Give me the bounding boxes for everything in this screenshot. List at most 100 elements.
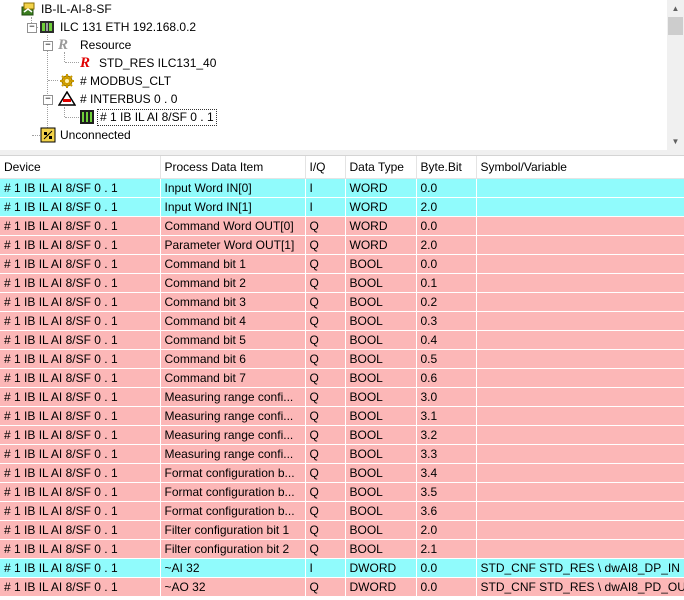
tree-node-modbus[interactable]: # MODBUS_CLT [0, 72, 300, 90]
column-header-iq[interactable]: I/Q [305, 156, 346, 179]
cell-symbol-variable[interactable] [476, 273, 684, 293]
cell-process-data-item[interactable]: Measuring range confi... [160, 387, 306, 407]
cell-iq[interactable]: Q [305, 273, 346, 293]
cell-byte-bit[interactable]: 3.1 [416, 406, 477, 426]
collapse-icon[interactable]: − [43, 41, 53, 51]
cell-symbol-variable[interactable] [476, 368, 684, 388]
cell-iq[interactable]: Q [305, 577, 346, 597]
cell-data-type[interactable]: BOOL [345, 330, 417, 350]
tree-vertical-scrollbar[interactable]: ▲ ▼ [667, 0, 684, 150]
cell-data-type[interactable]: BOOL [345, 539, 417, 559]
table-row[interactable]: # 1 IB IL AI 8/SF 0 . 1 Format configurat… [0, 501, 684, 521]
column-header-symbol-variable[interactable]: Symbol/Variable [476, 156, 684, 179]
cell-symbol-variable[interactable] [476, 197, 684, 217]
collapse-icon[interactable]: − [27, 23, 37, 33]
cell-symbol-variable[interactable] [476, 254, 684, 274]
cell-iq[interactable]: Q [305, 349, 346, 369]
cell-byte-bit[interactable]: 0.0 [416, 178, 477, 198]
cell-device[interactable]: # 1 IB IL AI 8/SF 0 . 1 [0, 178, 161, 198]
cell-symbol-variable[interactable] [476, 235, 684, 255]
cell-symbol-variable[interactable] [476, 463, 684, 483]
cell-data-type[interactable]: DWORD [345, 558, 417, 578]
cell-symbol-variable[interactable] [476, 406, 684, 426]
cell-byte-bit[interactable]: 0.0 [416, 558, 477, 578]
table-row[interactable]: # 1 IB IL AI 8/SF 0 . 1 Measuring range c… [0, 387, 684, 407]
table-row[interactable]: # 1 IB IL AI 8/SF 0 . 1 ~AO 32 Q DWORD 0.0 ST… [0, 577, 684, 597]
cell-byte-bit[interactable]: 2.0 [416, 235, 477, 255]
cell-byte-bit[interactable]: 3.4 [416, 463, 477, 483]
cell-device[interactable]: # 1 IB IL AI 8/SF 0 . 1 [0, 406, 161, 426]
tree-node-std-res[interactable]: R STD_RES ILC131_40 [0, 54, 300, 72]
cell-symbol-variable[interactable] [476, 482, 684, 502]
cell-device[interactable]: # 1 IB IL AI 8/SF 0 . 1 [0, 539, 161, 559]
cell-process-data-item[interactable]: Command Word OUT[0] [160, 216, 306, 236]
cell-process-data-item[interactable]: Command bit 3 [160, 292, 306, 312]
cell-data-type[interactable]: BOOL [345, 425, 417, 445]
tree-node-ilc[interactable]: − ILC 131 ETH 192.168.0.2 [0, 18, 300, 36]
cell-process-data-item[interactable]: Measuring range confi... [160, 406, 306, 426]
tree-node-device[interactable]: # 1 IB IL AI 8/SF 0 . 1 [0, 108, 300, 126]
cell-iq[interactable]: I [305, 197, 346, 217]
cell-data-type[interactable]: BOOL [345, 520, 417, 540]
cell-iq[interactable]: Q [305, 463, 346, 483]
cell-iq[interactable]: Q [305, 444, 346, 464]
cell-iq[interactable]: I [305, 558, 346, 578]
cell-device[interactable]: # 1 IB IL AI 8/SF 0 . 1 [0, 292, 161, 312]
cell-process-data-item[interactable]: Command bit 6 [160, 349, 306, 369]
cell-symbol-variable[interactable] [476, 444, 684, 464]
cell-iq[interactable]: Q [305, 482, 346, 502]
table-row[interactable]: # 1 IB IL AI 8/SF 0 . 1 Command bit 4 Q BOO… [0, 311, 684, 331]
cell-device[interactable]: # 1 IB IL AI 8/SF 0 . 1 [0, 520, 161, 540]
cell-data-type[interactable]: BOOL [345, 254, 417, 274]
cell-byte-bit[interactable]: 0.3 [416, 311, 477, 331]
cell-byte-bit[interactable]: 0.5 [416, 349, 477, 369]
cell-process-data-item[interactable]: Filter configuration bit 1 [160, 520, 306, 540]
cell-data-type[interactable]: BOOL [345, 273, 417, 293]
cell-iq[interactable]: Q [305, 368, 346, 388]
cell-device[interactable]: # 1 IB IL AI 8/SF 0 . 1 [0, 311, 161, 331]
table-row[interactable]: # 1 IB IL AI 8/SF 0 . 1 Filter configurat… [0, 539, 684, 559]
cell-iq[interactable]: Q [305, 311, 346, 331]
cell-data-type[interactable]: BOOL [345, 387, 417, 407]
cell-process-data-item[interactable]: Command bit 2 [160, 273, 306, 293]
cell-byte-bit[interactable]: 0.0 [416, 216, 477, 236]
table-row[interactable]: # 1 IB IL AI 8/SF 0 . 1 Format configurat… [0, 463, 684, 483]
cell-process-data-item[interactable]: Input Word IN[1] [160, 197, 306, 217]
cell-device[interactable]: # 1 IB IL AI 8/SF 0 . 1 [0, 387, 161, 407]
cell-byte-bit[interactable]: 3.6 [416, 501, 477, 521]
table-row[interactable]: # 1 IB IL AI 8/SF 0 . 1 Command Word OUT[… [0, 216, 684, 236]
tree-node-resource[interactable]: − R Resource [0, 36, 300, 54]
cell-data-type[interactable]: BOOL [345, 463, 417, 483]
cell-device[interactable]: # 1 IB IL AI 8/SF 0 . 1 [0, 254, 161, 274]
table-row[interactable]: # 1 IB IL AI 8/SF 0 . 1 Input Word IN[0] I… [0, 178, 684, 198]
cell-device[interactable]: # 1 IB IL AI 8/SF 0 . 1 [0, 558, 161, 578]
cell-iq[interactable]: Q [305, 501, 346, 521]
cell-process-data-item[interactable]: Measuring range confi... [160, 425, 306, 445]
table-row[interactable]: # 1 IB IL AI 8/SF 0 . 1 Command bit 2 Q BOO… [0, 273, 684, 293]
cell-device[interactable]: # 1 IB IL AI 8/SF 0 . 1 [0, 482, 161, 502]
cell-data-type[interactable]: BOOL [345, 482, 417, 502]
cell-device[interactable]: # 1 IB IL AI 8/SF 0 . 1 [0, 216, 161, 236]
cell-symbol-variable[interactable] [476, 501, 684, 521]
cell-byte-bit[interactable]: 0.4 [416, 330, 477, 350]
table-row[interactable]: # 1 IB IL AI 8/SF 0 . 1 Measuring range c… [0, 444, 684, 464]
cell-process-data-item[interactable]: Filter configuration bit 2 [160, 539, 306, 559]
cell-symbol-variable[interactable] [476, 292, 684, 312]
cell-byte-bit[interactable]: 3.5 [416, 482, 477, 502]
cell-byte-bit[interactable]: 0.0 [416, 577, 477, 597]
table-row[interactable]: # 1 IB IL AI 8/SF 0 . 1 ~AI 32 I DWORD 0.0 ST… [0, 558, 684, 578]
cell-byte-bit[interactable]: 2.0 [416, 520, 477, 540]
cell-device[interactable]: # 1 IB IL AI 8/SF 0 . 1 [0, 425, 161, 445]
cell-symbol-variable[interactable]: STD_CNF STD_RES \ dwAI8_DP_IN [476, 558, 684, 578]
cell-byte-bit[interactable]: 2.1 [416, 539, 477, 559]
cell-symbol-variable[interactable] [476, 330, 684, 350]
cell-symbol-variable[interactable]: STD_CNF STD_RES \ dwAI8_PD_OUT [476, 577, 684, 597]
cell-process-data-item[interactable]: Format configuration b... [160, 463, 306, 483]
cell-iq[interactable]: Q [305, 520, 346, 540]
cell-data-type[interactable]: BOOL [345, 349, 417, 369]
cell-device[interactable]: # 1 IB IL AI 8/SF 0 . 1 [0, 273, 161, 293]
cell-byte-bit[interactable]: 3.0 [416, 387, 477, 407]
cell-byte-bit[interactable]: 0.6 [416, 368, 477, 388]
cell-device[interactable]: # 1 IB IL AI 8/SF 0 . 1 [0, 349, 161, 369]
scrollbar-thumb[interactable] [668, 17, 683, 35]
